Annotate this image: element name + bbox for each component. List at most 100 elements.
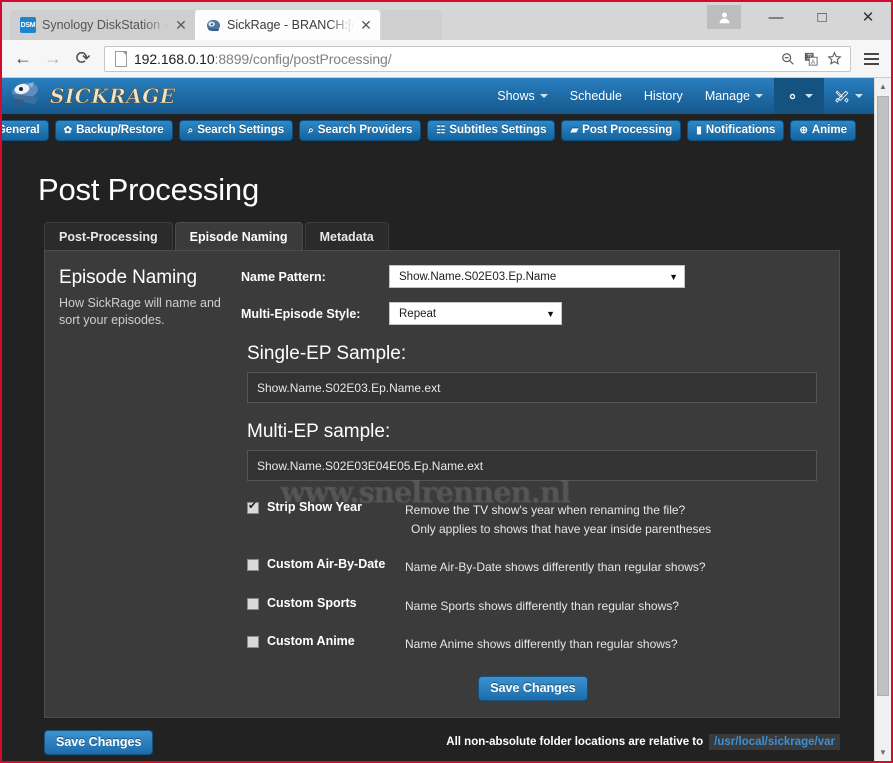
- omnibox-icons: 文A: [779, 50, 846, 68]
- app-nav-items: Shows Schedule History Manage: [486, 78, 874, 114]
- window-controls: — □ ✕: [707, 2, 891, 32]
- scrollbar-thumb[interactable]: [877, 96, 889, 696]
- name-pattern-select[interactable]: Show.Name.S02E03.Ep.Name ▼: [389, 265, 685, 288]
- page-footer: Save Changes All non-absolute folder loc…: [2, 718, 874, 755]
- bookmark-star-icon[interactable]: [825, 50, 843, 68]
- back-icon[interactable]: ←: [8, 44, 38, 74]
- magnifier-icon: ⌕: [187, 124, 194, 136]
- browser-tab-strip: DSM Synology DiskStation - NA ✕ SickRage…: [2, 2, 891, 40]
- nav-label: History: [643, 89, 683, 103]
- browser-tab-sickrage[interactable]: SickRage - BRANCH:[mast ✕: [195, 10, 380, 40]
- maximize-button[interactable]: □: [799, 2, 845, 32]
- tools-icon: [835, 90, 849, 103]
- select-value: Show.Name.S02E03.Ep.Name: [399, 270, 557, 283]
- close-icon[interactable]: ✕: [358, 17, 374, 33]
- page-info-icon[interactable]: [111, 51, 129, 67]
- config-button-search-providers[interactable]: ⌕ Search Providers: [299, 120, 422, 141]
- browser-tab-title: Synology DiskStation - NA: [42, 18, 169, 32]
- option-custom-air-by-date: Custom Air-By-Date Name Air-By-Date show…: [241, 557, 825, 577]
- profile-avatar-icon[interactable]: [707, 5, 741, 29]
- chevron-down-icon: [539, 94, 548, 98]
- option-description: Remove the TV show's year when renaming …: [405, 501, 711, 538]
- option-label: Custom Air-By-Date: [267, 557, 386, 572]
- browser-window: DSM Synology DiskStation - NA ✕ SickRage…: [0, 0, 893, 763]
- config-button-label: Search Settings: [197, 124, 285, 136]
- option-label: Strip Show Year: [267, 500, 362, 514]
- nav-item-tools[interactable]: [824, 78, 874, 114]
- config-button-label: Search Providers: [317, 124, 413, 136]
- translate-icon[interactable]: 文A: [802, 50, 820, 68]
- config-button-general[interactable]: ✿ General: [2, 120, 49, 141]
- option-desc-sub: Only applies to shows that have year ins…: [411, 521, 712, 536]
- config-button-label: Backup/Restore: [76, 124, 164, 136]
- nav-item-history[interactable]: History: [633, 78, 694, 114]
- scroll-down-icon[interactable]: ▼: [875, 744, 891, 761]
- panel-save-row: Save Changes: [45, 675, 839, 701]
- browser-tab-synology[interactable]: DSM Synology DiskStation - NA ✕: [10, 10, 195, 40]
- url-path: :8899/config/postProcessing/: [214, 50, 392, 67]
- nav-item-schedule[interactable]: Schedule: [559, 78, 633, 114]
- field-multi-episode-style: Multi-Episode Style: Repeat ▼: [241, 302, 825, 325]
- sickrage-icon: [205, 17, 221, 33]
- episode-naming-panel: Episode Naming How SickRage will name an…: [44, 250, 840, 718]
- chevron-down-icon: ▼: [546, 308, 555, 319]
- folder-icon: ▰: [570, 124, 579, 136]
- field-label: Name Pattern:: [241, 269, 326, 284]
- panel-save-changes-button[interactable]: Save Changes: [478, 675, 588, 701]
- window-close-button[interactable]: ✕: [845, 2, 891, 32]
- scroll-up-icon[interactable]: ▲: [875, 78, 891, 95]
- config-button-notifications[interactable]: ▮ Notifications: [687, 120, 785, 141]
- config-button-label: Subtitles Settings: [449, 124, 547, 136]
- custom-air-by-date-checkbox[interactable]: [247, 559, 259, 572]
- address-bar[interactable]: 192.168.0.10:8899/config/postProcessing/…: [104, 45, 851, 72]
- nav-item-manage[interactable]: Manage: [694, 78, 774, 114]
- option-strip-show-year: Strip Show Year Remove the TV show's yea…: [241, 500, 825, 538]
- page-tab-bar: Post-Processing Episode Naming Metadata: [2, 222, 874, 250]
- tab-episode-naming[interactable]: Episode Naming: [174, 222, 303, 250]
- app-logo[interactable]: SICKRAGE: [2, 80, 176, 112]
- config-button-label: Notifications: [705, 124, 776, 136]
- chevron-down-icon: ▼: [669, 271, 678, 282]
- forward-icon[interactable]: →: [38, 44, 68, 74]
- option-description: Name Anime shows differently than regula…: [405, 637, 678, 652]
- hamburger-menu-icon[interactable]: [857, 44, 885, 74]
- footer-note-text: All non-absolute folder locations are re…: [446, 736, 704, 749]
- nav-label: Schedule: [569, 89, 622, 103]
- tab-metadata[interactable]: Metadata: [304, 222, 389, 250]
- config-button-search-settings[interactable]: ⌕ Search Settings: [178, 120, 294, 141]
- option-label: Custom Sports: [267, 595, 357, 610]
- custom-sports-checkbox[interactable]: [247, 597, 259, 610]
- sickrage-mascot-icon: [8, 80, 48, 112]
- gear-icon: [789, 93, 796, 99]
- footer-save-changes-button[interactable]: Save Changes: [44, 729, 154, 755]
- config-button-label: Anime: [811, 124, 847, 136]
- footer-note: All non-absolute folder locations are re…: [446, 734, 840, 751]
- option-label: Custom Anime: [267, 634, 355, 649]
- url-text: 192.168.0.10:8899/config/postProcessing/: [134, 51, 392, 67]
- tab-post-processing[interactable]: Post-Processing: [44, 222, 173, 250]
- minimize-button[interactable]: —: [753, 2, 799, 32]
- config-button-bar: ✿ General ✿ Backup/Restore ⌕ Search Sett…: [2, 114, 874, 148]
- app-navbar: SICKRAGE Shows Schedule History Manage: [2, 78, 874, 114]
- option-description: Name Air-By-Date shows differently than …: [405, 560, 706, 575]
- multi-ep-sample-value: Show.Name.S02E03E04E05.Ep.Name.ext: [247, 450, 817, 481]
- config-button-backup-restore[interactable]: ✿ Backup/Restore: [54, 120, 173, 141]
- globe-icon: ⊕: [799, 124, 808, 136]
- zoom-out-icon[interactable]: [779, 50, 797, 68]
- browser-tab-title: SickRage - BRANCH:[mast: [227, 18, 354, 32]
- page-scrollbar[interactable]: ▲ ▼: [874, 78, 891, 761]
- nav-item-config[interactable]: [774, 78, 824, 114]
- strip-show-year-checkbox[interactable]: [247, 500, 259, 514]
- book-icon: ▮: [696, 124, 702, 136]
- close-icon[interactable]: ✕: [173, 17, 189, 33]
- chevron-down-icon: [755, 94, 763, 98]
- reload-icon[interactable]: ⟳: [68, 44, 98, 74]
- nav-item-shows[interactable]: Shows: [486, 78, 559, 114]
- config-button-post-processing[interactable]: ▰ Post Processing: [561, 120, 682, 141]
- custom-anime-checkbox[interactable]: [247, 636, 259, 649]
- config-button-subtitles-settings[interactable]: ☷ Subtitles Settings: [427, 120, 556, 141]
- config-button-anime[interactable]: ⊕ Anime: [790, 120, 856, 141]
- subtitle-icon: ☷: [436, 124, 446, 136]
- new-tab-button[interactable]: [382, 10, 442, 40]
- multi-episode-style-select[interactable]: Repeat ▼: [389, 302, 562, 325]
